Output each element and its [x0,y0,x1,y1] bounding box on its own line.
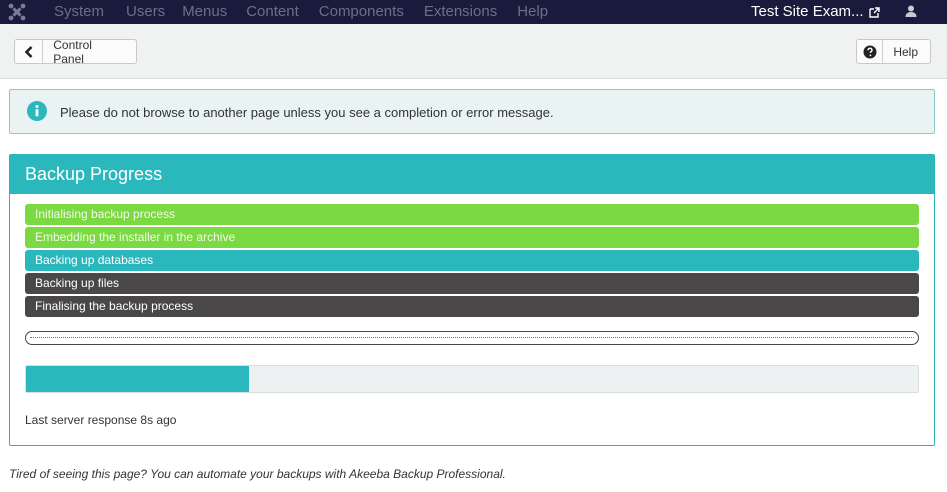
alert-message: Please do not browse to another page unl… [60,105,554,120]
top-navbar: System Users Menus Content Components Ex… [0,0,947,24]
menu-menus[interactable]: Menus [182,0,227,24]
external-link-icon [868,6,880,18]
toolbar: Control Panel Help [0,24,947,79]
progress-bar-fill [26,366,249,392]
step-backing-up-databases: Backing up databases [25,250,919,271]
step-finalising: Finalising the backup process [25,296,919,317]
joomla-logo-icon[interactable] [8,3,26,21]
backup-progress-panel: Backup Progress Initialising backup proc… [9,154,935,446]
main-menu: System Users Menus Content Components Ex… [54,0,548,24]
help-button[interactable]: Help [856,39,931,64]
menu-help[interactable]: Help [517,0,548,24]
step-backing-up-files: Backing up files [25,273,919,294]
panel-title: Backup Progress [25,164,163,184]
backup-steps: Initialising backup process Embedding th… [25,204,919,319]
help-label: Help [893,44,918,59]
question-circle-icon [857,40,884,63]
step-initialising: Initialising backup process [25,204,919,225]
step-embedding-installer: Embedding the installer in the archive [25,227,919,248]
site-link[interactable]: Test Site Exam... [751,0,880,24]
chevron-left-icon [15,40,44,63]
upsell-footer-text: Tired of seeing this page? You can autom… [9,467,506,481]
control-panel-button[interactable]: Control Panel [14,37,137,66]
info-alert: Please do not browse to another page unl… [9,89,935,134]
server-response-status: Last server response 8s ago [25,413,177,427]
menu-extensions[interactable]: Extensions [424,0,497,24]
info-icon [27,101,47,121]
menu-users[interactable]: Users [126,0,165,24]
panel-header: Backup Progress [10,155,934,194]
activity-indicator [25,331,919,345]
menu-system[interactable]: System [54,0,104,24]
menu-content[interactable]: Content [246,0,299,24]
overall-progress-bar [25,365,919,393]
site-name: Test Site Exam... [751,3,864,20]
menu-components[interactable]: Components [319,0,404,24]
control-panel-label: Control Panel [53,37,92,66]
user-icon[interactable] [904,4,918,18]
